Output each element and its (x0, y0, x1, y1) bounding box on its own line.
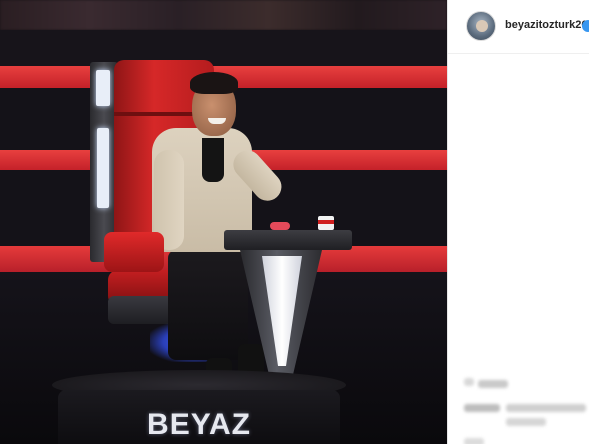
blurred-text (464, 404, 500, 412)
username-link[interactable]: beyazitozturk26 (505, 19, 588, 31)
verified-badge-icon (582, 20, 589, 32)
blurred-text (506, 418, 546, 426)
stage-wall (0, 30, 447, 66)
profile-avatar[interactable] (466, 11, 496, 41)
blurred-text (464, 438, 484, 444)
chair-armrest (104, 232, 164, 272)
desk-button (270, 222, 290, 230)
post-photo[interactable]: BEYAZ (0, 0, 447, 444)
blurred-avatar (464, 378, 474, 386)
chair-light (96, 70, 110, 106)
blurred-text (478, 380, 508, 388)
post-sidebar: beyazitozturk26 (447, 0, 589, 444)
nameplate-text: BEYAZ (147, 408, 251, 441)
person-legs (168, 250, 248, 360)
person-shirt (202, 138, 224, 182)
desk-top (224, 230, 352, 250)
audience-blur (0, 0, 447, 30)
chair-light (97, 128, 109, 208)
post-header: beyazitozturk26 (448, 0, 589, 54)
comments-blurred (448, 360, 589, 444)
person-hair (190, 72, 238, 94)
blurred-text (506, 404, 586, 412)
cup-band (318, 220, 334, 224)
